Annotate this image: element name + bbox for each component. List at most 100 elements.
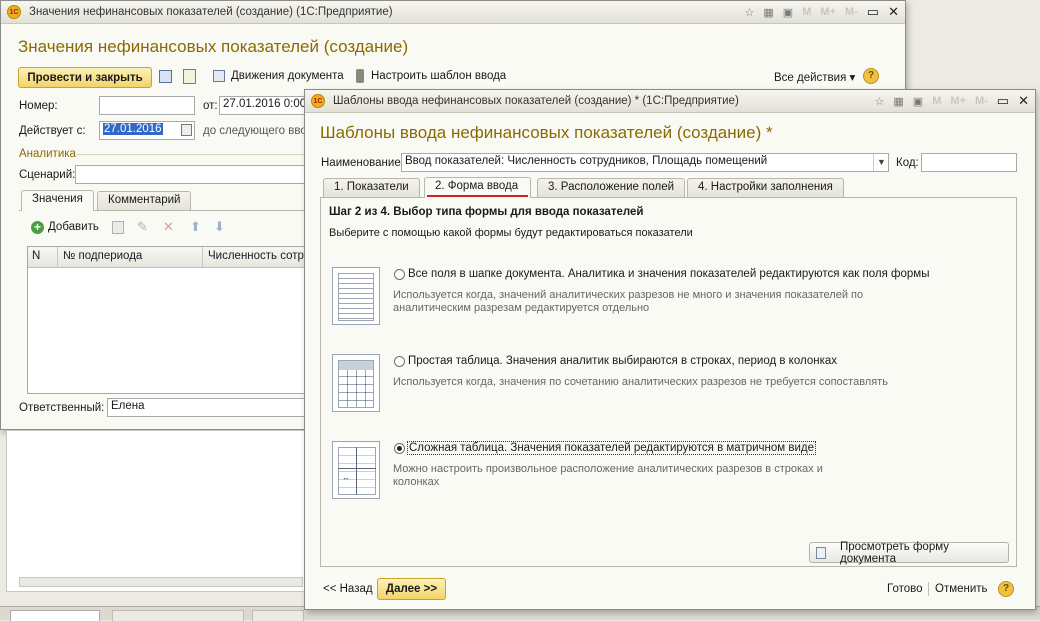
add-button[interactable]: Добавить: [48, 221, 99, 233]
star-icon[interactable]: ☆: [875, 95, 885, 108]
tab-values[interactable]: Значения: [21, 190, 94, 211]
tab-comment[interactable]: Комментарий: [97, 191, 192, 211]
front-window: 1С Шаблоны ввода нефинансовых показателе…: [304, 89, 1036, 610]
add-icon: +: [31, 221, 44, 234]
column-header-headcount[interactable]: Численность сотру: [203, 247, 316, 267]
taskbar-tab-1[interactable]: [10, 610, 100, 621]
move-down-icon[interactable]: ⬇: [214, 219, 225, 235]
movements-icon: [213, 70, 225, 82]
step-description: Выберите с помощью какой формы будут ред…: [329, 227, 693, 239]
responsible-field[interactable]: Елена: [107, 398, 309, 417]
calendar-icon[interactable]: ▣: [913, 95, 923, 108]
all-actions-menu[interactable]: Все действия ▾: [774, 70, 855, 84]
tab-fill-settings[interactable]: 4. Настройки заполнения: [687, 178, 844, 198]
valid-from-value: 27.01.2016: [103, 123, 163, 135]
from-date-field[interactable]: 27.01.2016 0:00: [219, 96, 309, 115]
post-and-close-button[interactable]: Провести и закрыть: [18, 67, 152, 88]
edit-icon[interactable]: ✎: [137, 219, 148, 235]
responsible-label: Ответственный:: [19, 402, 105, 414]
back-window-titlebar[interactable]: 1С Значения нефинансовых показателей (со…: [1, 1, 905, 24]
calculator-icon[interactable]: ▦: [893, 95, 903, 108]
taskbar-tab-2[interactable]: [112, 610, 244, 621]
star-icon[interactable]: ☆: [745, 6, 755, 19]
complex-table-form-icon: ↔: [332, 441, 380, 499]
code-label: Код:: [896, 157, 919, 169]
preview-form-label: Просмотреть форму документа: [839, 540, 950, 565]
wrench-icon: [356, 69, 364, 83]
back-button[interactable]: << Назад: [323, 583, 373, 595]
option-complex-table-radio[interactable]: [394, 443, 405, 454]
option-simple-table-desc: Используется когда, значения по сочетани…: [393, 376, 888, 388]
cancel-button[interactable]: Отменить: [935, 583, 988, 595]
app-logo-icon: 1С: [7, 5, 21, 19]
step-title: Шаг 2 из 4. Выбор типа формы для ввода п…: [329, 206, 644, 218]
tab-field-layout[interactable]: 3. Расположение полей: [537, 178, 686, 198]
memory-m-button[interactable]: M: [802, 6, 811, 18]
option-header-fields-label[interactable]: Все поля в шапке документа. Аналитика и …: [408, 268, 929, 280]
option-header-fields-desc: Используется когда, значений аналитическ…: [393, 289, 864, 314]
close-icon[interactable]: ✕: [1018, 93, 1029, 109]
maximize-icon[interactable]: ▭: [867, 4, 879, 20]
from-label: от:: [203, 100, 218, 112]
document-icon: [816, 546, 826, 559]
name-field[interactable]: Ввод показателей: Численность сотруднико…: [401, 153, 889, 172]
scenario-field[interactable]: [75, 165, 309, 184]
header-fields-form-icon: [332, 267, 380, 325]
front-window-title: Шаблоны ввода нефинансовых показателей (…: [333, 95, 739, 107]
values-table: N № подпериода Численность сотру: [27, 246, 317, 394]
front-page-title: Шаблоны ввода нефинансовых показателей (…: [320, 123, 773, 142]
memory-mplus-button[interactable]: M+: [950, 95, 966, 107]
memory-mplus-button[interactable]: M+: [820, 6, 836, 18]
done-button[interactable]: Готово: [887, 583, 923, 595]
close-icon[interactable]: ✕: [888, 4, 899, 20]
maximize-icon[interactable]: ▭: [997, 93, 1009, 109]
analytics-group-label: Аналитика: [19, 148, 76, 160]
active-tab-underline: [427, 195, 528, 197]
valid-from-label: Действует с:: [19, 125, 86, 137]
code-field[interactable]: [921, 153, 1017, 172]
memory-m-button[interactable]: M: [932, 95, 941, 107]
movements-button[interactable]: Движения документа: [231, 70, 344, 82]
save-icon[interactable]: [159, 70, 172, 83]
column-header-subperiod[interactable]: № подпериода: [58, 247, 203, 267]
number-field[interactable]: [99, 96, 195, 115]
calculator-icon[interactable]: ▦: [763, 6, 773, 19]
horizontal-scrollbar[interactable]: [19, 577, 303, 587]
memory-mminus-button[interactable]: M-: [975, 95, 988, 107]
delete-icon[interactable]: ✕: [163, 219, 174, 235]
back-page-title: Значения нефинансовых показателей (созда…: [18, 37, 409, 56]
option-header-fields-radio[interactable]: [394, 269, 405, 280]
tab-indicators[interactable]: 1. Показатели: [323, 178, 420, 198]
memory-mminus-button[interactable]: M-: [845, 6, 858, 18]
button-divider: [928, 582, 929, 596]
scenario-label: Сценарий:: [19, 169, 76, 181]
tab-input-form-label: 2. Форма ввода: [435, 180, 519, 192]
taskbar-tab-3[interactable]: [252, 610, 304, 621]
option-simple-table-label[interactable]: Простая таблица. Значения аналитик выбир…: [408, 355, 837, 367]
analytics-divider: [76, 154, 306, 155]
option-simple-table-radio[interactable]: [394, 356, 405, 367]
app-logo-icon: 1С: [311, 94, 325, 108]
simple-table-form-icon: [332, 354, 380, 412]
option-complex-table-label[interactable]: Сложная таблица. Значения показателей ре…: [407, 441, 816, 455]
front-window-titlebar[interactable]: 1С Шаблоны ввода нефинансовых показателе…: [305, 90, 1035, 113]
name-dropdown-icon[interactable]: ▼: [873, 154, 889, 171]
copy-icon[interactable]: [112, 221, 124, 234]
underlying-form-area: [6, 430, 306, 592]
number-label: Номер:: [19, 100, 58, 112]
tab-input-form[interactable]: 2. Форма ввода: [424, 177, 531, 198]
column-header-n[interactable]: N: [28, 247, 58, 267]
setup-template-button[interactable]: Настроить шаблон ввода: [371, 70, 506, 82]
next-button[interactable]: Далее >>: [377, 578, 446, 600]
help-icon[interactable]: ?: [998, 581, 1014, 597]
calendar-icon[interactable]: ▣: [783, 6, 793, 19]
help-icon[interactable]: ?: [863, 68, 879, 84]
back-window-title: Значения нефинансовых показателей (созда…: [29, 6, 393, 18]
option-complex-table-desc: Можно настроить произвольное расположени…: [393, 463, 823, 488]
preview-form-button[interactable]: Просмотреть форму документа: [809, 540, 1009, 565]
post-icon[interactable]: [183, 69, 196, 84]
name-label: Наименование:: [321, 157, 404, 169]
move-up-icon[interactable]: ⬆: [190, 219, 201, 235]
until-next-label: до следующего вво: [203, 125, 307, 137]
calendar-picker-icon[interactable]: [181, 124, 192, 136]
